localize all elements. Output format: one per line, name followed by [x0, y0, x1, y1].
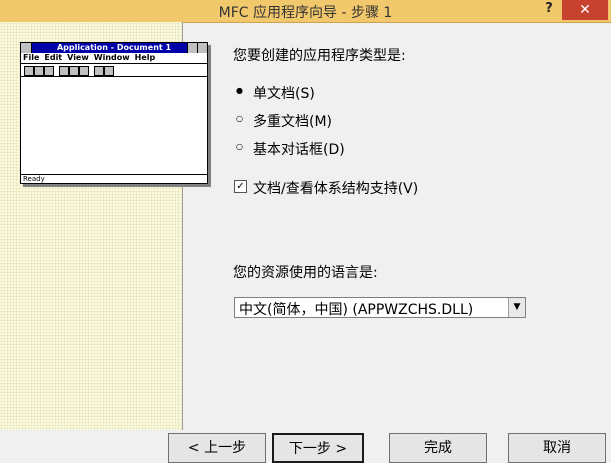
- preview-system-menu-icon: [21, 43, 32, 53]
- app-type-prompt: 您要创建的应用程序类型是:: [233, 48, 406, 64]
- next-button[interactable]: 下一步 >: [272, 433, 364, 463]
- preview-menu-view: View: [67, 53, 89, 62]
- language-prompt: 您的资源使用的语言是:: [233, 265, 378, 281]
- preview-minimize-icon: [187, 43, 197, 53]
- window-title: MFC 应用程序向导 - 步骤 1: [218, 5, 393, 21]
- preview-toolbar: [21, 64, 207, 77]
- toolbar-button-icon: [59, 66, 69, 76]
- radio-dialog-based-label[interactable]: 基本对话框(D): [253, 139, 345, 159]
- preview-menu-edit: Edit: [44, 53, 63, 62]
- preview-menu-window: Window: [93, 53, 130, 62]
- finish-button[interactable]: 完成: [389, 433, 487, 463]
- toolbar-button-icon: [69, 66, 79, 76]
- back-button[interactable]: < 上一步: [168, 433, 266, 463]
- docview-checkbox-label[interactable]: 文档/查看体系结构支持(V): [253, 178, 418, 198]
- cancel-button[interactable]: 取消: [508, 433, 606, 463]
- language-select-value: 中文(简体，中国) (APPWZCHS.DLL): [239, 302, 474, 318]
- radio-multiple-documents-label[interactable]: 多重文档(M): [253, 111, 332, 131]
- radio-dialog-based[interactable]: ○: [234, 141, 245, 152]
- toolbar-button-icon: [104, 66, 114, 76]
- radio-multiple-documents[interactable]: ○: [234, 113, 245, 124]
- radio-single-document-label[interactable]: 单文档(S): [253, 83, 315, 103]
- toolbar-button-icon: [44, 66, 54, 76]
- title-bar: MFC 应用程序向导 - 步骤 1 ? ✕: [0, 0, 611, 23]
- close-button[interactable]: ✕: [562, 0, 608, 20]
- toolbar-button-icon: [34, 66, 44, 76]
- preview-maximize-icon: [197, 43, 207, 53]
- preview-status-bar: Ready: [21, 174, 207, 183]
- help-button[interactable]: ?: [536, 0, 562, 20]
- docview-checkbox[interactable]: ✓: [234, 180, 247, 193]
- preview-title: Application - Document 1: [56, 43, 172, 52]
- preview-title-bar: Application - Document 1: [21, 43, 207, 53]
- toolbar-button-icon: [94, 66, 104, 76]
- language-select[interactable]: 中文(简体，中国) (APPWZCHS.DLL) ▼: [234, 297, 526, 318]
- document-preview: Application - Document 1 File Edit View Win…: [20, 42, 208, 184]
- toolbar-button-icon: [24, 66, 34, 76]
- preview-menu-bar: File Edit View Window Help: [21, 53, 207, 64]
- radio-single-document[interactable]: ●: [234, 85, 245, 96]
- preview-menu-file: File: [23, 53, 40, 62]
- toolbar-button-icon: [79, 66, 89, 76]
- preview-menu-help: Help: [134, 53, 156, 62]
- chevron-down-icon[interactable]: ▼: [508, 298, 525, 317]
